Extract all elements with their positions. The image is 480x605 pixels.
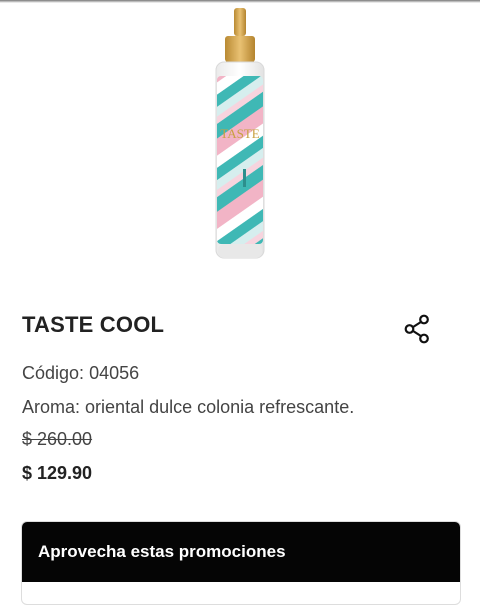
sale-price: $ 129.90	[22, 463, 93, 483]
product-code: Código: 04056	[22, 363, 139, 384]
promotions-panel: Aprovecha estas promociones	[21, 521, 461, 605]
share-icon	[404, 314, 429, 344]
promotions-title: Aprovecha estas promociones	[38, 542, 286, 561]
top-edge-shadow	[0, 0, 480, 3]
code-value: 04056	[89, 363, 140, 383]
bottle-brand-text: TASTE	[220, 126, 259, 141]
original-price: $ 260.00	[22, 429, 93, 449]
aroma-value: oriental dulce colonia refrescante.	[85, 397, 355, 417]
promotions-header[interactable]: Aprovecha estas promociones	[22, 522, 460, 582]
product-title: TASTE COOL	[22, 312, 165, 337]
code-label: Código:	[22, 363, 85, 383]
aroma-label: Aroma:	[22, 397, 81, 417]
share-button[interactable]	[401, 313, 433, 345]
product-image[interactable]: TASTE	[200, 4, 280, 266]
product-aroma: Aroma: oriental dulce colonia refrescant…	[22, 397, 354, 418]
